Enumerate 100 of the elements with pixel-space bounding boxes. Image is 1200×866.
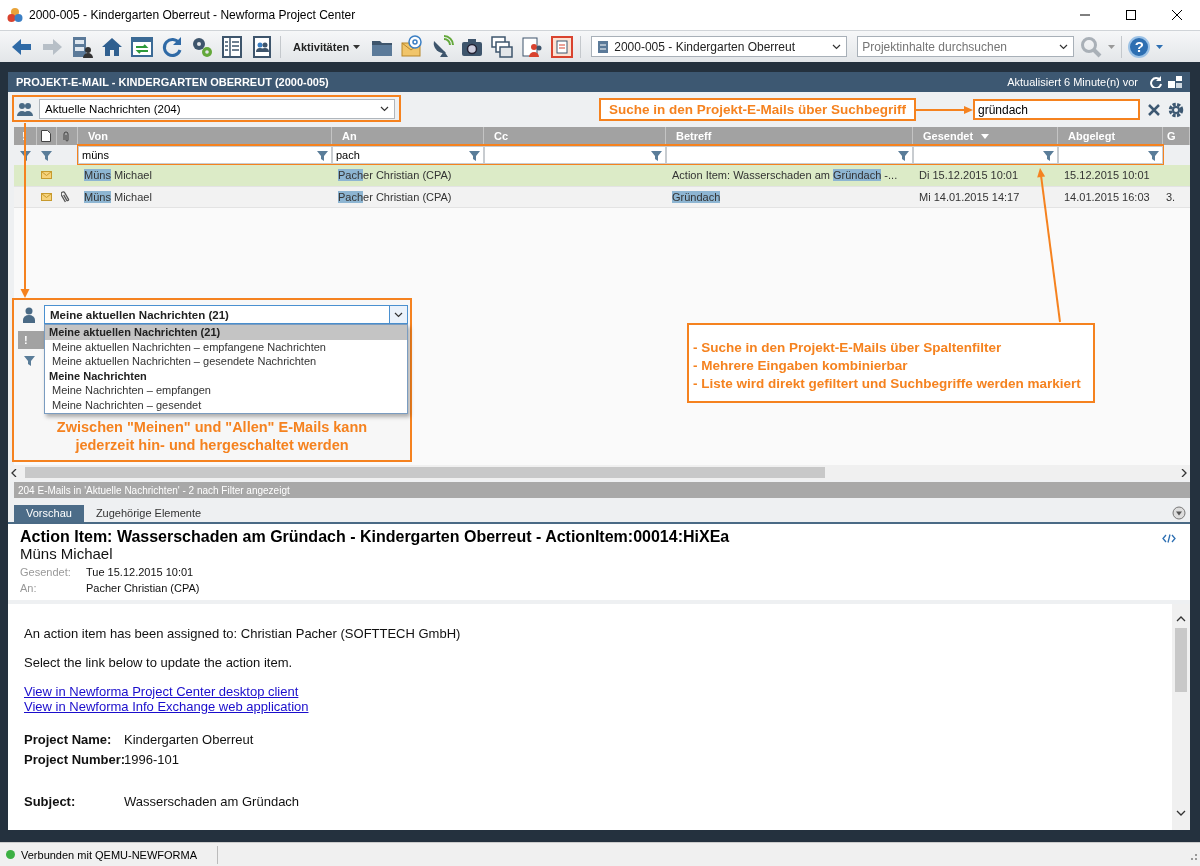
- callout-label: - Suche in den Projekt-E-Mails über Spaltenfilter: [693, 339, 1003, 357]
- table-cell-text: Pacher Christian (CPA): [337, 168, 453, 183]
- filter-field[interactable]: [913, 146, 1058, 164]
- dropdown-option[interactable]: Meine aktuellen Nachrichten – empfangene Nachrichten: [45, 339, 407, 355]
- list-status: 204 E-Mails in 'Aktuelle Nachrichten' - 2 nach Filter angezeigt: [14, 482, 1190, 498]
- table-cell-text: Müns Michael: [83, 168, 153, 183]
- filter-field[interactable]: pach: [332, 146, 484, 164]
- table-cell-text: 3.: [1165, 189, 1177, 205]
- dropdown-option[interactable]: Meine Nachrichten – gesendet: [45, 397, 407, 413]
- dropdown-option[interactable]: Meine aktuellen Nachrichten (21): [45, 325, 407, 340]
- detail-label: Project Number:: [24, 751, 124, 769]
- view-dropdown[interactable]: Aktuelle Nachrichten (204): [39, 98, 395, 119]
- scroll-thumb[interactable]: [1175, 628, 1187, 692]
- detail-label: Subject:: [24, 793, 77, 811]
- tab[interactable]: Vorschau: [14, 505, 84, 522]
- document-icon: [41, 130, 51, 142]
- framed-document-icon[interactable]: [550, 34, 575, 59]
- envelope-icon: [41, 192, 52, 201]
- callout-label: Suche in den Projekt-E-Mails über Suchbegriff: [598, 98, 916, 121]
- arrow: [916, 104, 973, 115]
- window-arrows-icon[interactable]: [130, 34, 154, 59]
- view-dropdown[interactable]: Meine aktuellen Nachrichten (21): [44, 305, 408, 324]
- table-cell-text: Gründach: [671, 189, 722, 205]
- callout-label: - Mehrere Eingaben kombinierbar: [693, 357, 909, 375]
- body-text: An action item has been assigned to: Christian Pacher (SOFTTECH GmbH): [24, 626, 462, 641]
- scroll-thumb[interactable]: [25, 467, 825, 478]
- filter-icon: [1148, 150, 1159, 161]
- filter-field[interactable]: müns: [78, 146, 332, 164]
- envelope-icon: [41, 171, 52, 180]
- caret-icon: [353, 44, 361, 49]
- dropdown-option[interactable]: Meine Nachrichten – empfangen: [45, 383, 407, 398]
- filter-field[interactable]: [484, 146, 666, 164]
- dropdown-option[interactable]: Meine Nachrichten: [45, 368, 407, 384]
- chevron-down-icon: [394, 311, 403, 318]
- field-label: Gesendet:: [20, 566, 72, 578]
- stacked-windows-icon[interactable]: [490, 34, 515, 59]
- dropdown-option[interactable]: Meine aktuellen Nachrichten – gesendete Nachrichten: [45, 354, 407, 369]
- scroll-right-icon[interactable]: [1181, 468, 1187, 477]
- last-updated: Aktualisiert 6 Minute(n) vor: [1007, 76, 1138, 88]
- chevron-down-icon: [1059, 44, 1069, 50]
- email-subject: Action Item: Wasserschaden am Gründach - Kindergarten Oberreut - ActionItem:00014:HiXEa: [20, 528, 730, 546]
- link[interactable]: View in Newforma Info Exchange web application: [24, 699, 309, 714]
- filter-icon: [898, 150, 909, 161]
- callout-label: - Liste wird direkt gefiltert und Suchbegriffe werden markiert: [693, 375, 1081, 393]
- field-label: An:: [20, 582, 38, 594]
- field-value: Tue 15.12.2015 10:01: [86, 566, 194, 578]
- detail-value: Wasserschaden am Gründach: [124, 793, 300, 811]
- close-icon[interactable]: [1171, 9, 1183, 21]
- person-icon[interactable]: [23, 307, 35, 323]
- table-cell-text: 14.01.2015 16:03: [1063, 189, 1151, 205]
- caret-icon[interactable]: [1156, 44, 1164, 49]
- callout-label: Zwischen "Meinen" und "Allen" E-Mails kann jederzeit hin- und hergeschaltet werden: [55, 418, 369, 454]
- scroll-left-icon[interactable]: [11, 468, 17, 477]
- project-selector[interactable]: 2000-005 - Kindergarten Oberreut: [591, 36, 848, 57]
- table-cell-text: Müns Michael: [83, 189, 153, 205]
- code-icon[interactable]: [1162, 534, 1176, 543]
- filter-icon: [1043, 150, 1054, 161]
- detail-value: 1996-101: [124, 751, 179, 769]
- filter-icon: [41, 149, 52, 161]
- app-logo-icon: [7, 7, 23, 23]
- chevron-down-icon: [380, 105, 389, 112]
- refresh-icon[interactable]: [1150, 76, 1162, 88]
- column-header: !: [18, 331, 44, 349]
- search-field[interactable]: Projektinhalte durchsuchen: [857, 36, 1075, 57]
- help-button[interactable]: ?: [1128, 35, 1151, 58]
- table-cell-text: Di 15.12.2015 10:01: [918, 168, 1020, 183]
- table-cell-text: 15.12.2015 10:01: [1063, 168, 1151, 183]
- email-sender: Müns Michael: [20, 545, 114, 562]
- field-value: Pacher Christian (CPA): [86, 582, 200, 594]
- people-book-icon[interactable]: [250, 34, 274, 59]
- search-field[interactable]: gründach: [973, 99, 1140, 120]
- status-text: Verbunden mit QEMU-NEWFORMA: [21, 848, 198, 861]
- settings-icon[interactable]: [1168, 101, 1184, 118]
- filter-field[interactable]: [1058, 146, 1163, 164]
- window-title: 2000-005 - Kindergarten Oberreut - Newforma Project Center: [29, 8, 357, 22]
- collapse-icon[interactable]: [1172, 506, 1186, 520]
- filter-field[interactable]: [666, 146, 913, 164]
- scroll-down-icon[interactable]: [1176, 810, 1186, 816]
- envelope-at-icon[interactable]: [400, 34, 425, 59]
- scroll-up-icon[interactable]: [1176, 616, 1186, 622]
- link[interactable]: View in Newforma Project Center desktop client: [24, 684, 299, 699]
- filter-icon: [651, 150, 662, 161]
- maximize-icon[interactable]: [1125, 9, 1137, 21]
- list-panel-icon[interactable]: [220, 34, 244, 59]
- panel-title: PROJEKT-E-MAIL - KINDERGARTEN OBERREUT (2000-005): [16, 76, 330, 88]
- people-icon[interactable]: [17, 100, 33, 117]
- close-icon[interactable]: [1148, 103, 1160, 116]
- filter-icon: [24, 355, 35, 366]
- table-cell-text: Mi 14.01.2015 14:17: [918, 189, 1021, 205]
- tab[interactable]: Zugehörige Elemente: [83, 505, 214, 522]
- cabinet-icon: [597, 39, 610, 54]
- filter-icon: [469, 150, 480, 161]
- detail-label: Project Name:: [24, 731, 113, 749]
- body-text: Select the link below to update the action item.: [24, 655, 294, 670]
- paperclip-icon: [62, 130, 71, 142]
- cabinet-person-icon[interactable]: [70, 34, 94, 59]
- activities-menu[interactable]: Aktivitäten: [293, 40, 361, 53]
- layout-icon[interactable]: [1168, 76, 1182, 88]
- table-row[interactable]: Müns Michael Pacher Christian (CPA) Action Item: Wasserschaden am Gründach -... Di 15.12.2015 10:01 15.12.2015 10:01: [14, 165, 1190, 187]
- detail-value: Kindergarten Oberreut: [124, 731, 254, 749]
